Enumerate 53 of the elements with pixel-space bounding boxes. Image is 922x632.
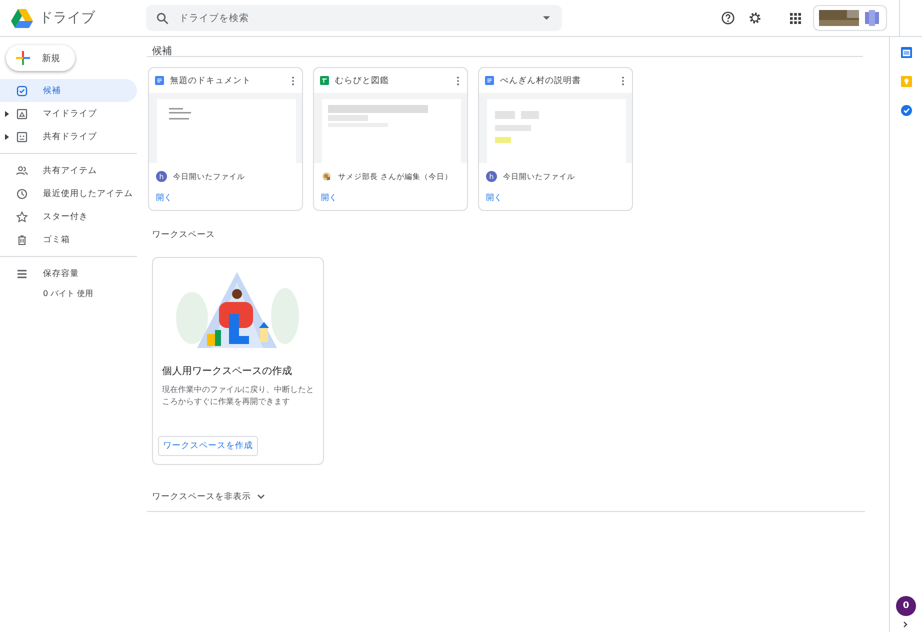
file-name: むらびと図鑑 (335, 74, 390, 86)
calendar-icon[interactable] (900, 47, 912, 58)
people-icon (16, 164, 28, 176)
clock-icon (16, 188, 28, 200)
dropdown-icon[interactable] (543, 16, 550, 20)
chevron-down-icon[interactable] (257, 494, 265, 500)
sidebar-item[interactable]: 保存容量 (0, 262, 137, 285)
apps-grid-icon[interactable] (790, 12, 801, 24)
help-icon[interactable] (721, 11, 735, 25)
storage-icon (16, 268, 28, 280)
sidebar-item[interactable]: 共有アイテム (0, 159, 137, 182)
document-icon (485, 76, 494, 85)
drive-icon (16, 108, 28, 120)
workspace-title: 個人用ワークスペースの作成 (162, 364, 293, 378)
search-field[interactable]: ドライブを検索 (146, 5, 562, 31)
sidebar-item[interactable]: 共有ドライブ (0, 125, 137, 148)
expand-icon[interactable] (5, 110, 9, 116)
file-name: 無題のドキュメント (170, 74, 252, 86)
workspace-description: 現在作業中のファイルに戻り、中断したところからすぐに作業を再開できます (162, 384, 315, 408)
account-button[interactable] (813, 5, 887, 31)
search-icon (156, 12, 169, 24)
new-button[interactable]: 新規 (6, 45, 75, 71)
open-link[interactable]: 開く (486, 192, 502, 203)
shared-drive-icon (16, 130, 28, 142)
chevron-right-icon[interactable] (903, 621, 908, 628)
more-icon[interactable] (290, 76, 296, 86)
plus-icon (16, 51, 30, 65)
document-icon (155, 76, 164, 85)
more-icon[interactable] (620, 76, 626, 86)
drive-logo-icon[interactable] (11, 8, 33, 28)
sidebar-item[interactable]: 最近使用したアイテム (0, 182, 137, 205)
sidebar-item[interactable]: 候補 (0, 79, 137, 102)
checkbox-icon (16, 84, 28, 96)
open-link[interactable]: 開く (156, 192, 172, 203)
sidebar-item[interactable]: マイドライブ (0, 102, 137, 125)
star-icon (16, 210, 28, 222)
open-link[interactable]: 開く (321, 192, 337, 203)
create-workspace-button[interactable]: ワークスペースを作成 (158, 436, 258, 456)
hide-workspaces-toggle[interactable]: ワークスペースを非表示 (152, 491, 251, 503)
app-name: ドライブ (39, 9, 95, 27)
storage-usage: 0 バイト 使用 (43, 288, 94, 299)
section-title: 候補 (147, 37, 863, 57)
settings-icon[interactable] (748, 11, 762, 25)
notification-badge[interactable]: 0 (896, 596, 916, 616)
expand-icon[interactable] (5, 134, 9, 140)
sidebar-item[interactable]: スター付き (0, 205, 137, 228)
task-check-icon[interactable] (900, 105, 912, 116)
section-title: ワークスペース (151, 229, 216, 241)
trash-icon (16, 234, 28, 246)
sidebar-item[interactable]: ゴミ箱 (0, 228, 137, 251)
file-name: ぺんぎん村の説明書 (500, 74, 582, 86)
spreadsheet-icon (320, 76, 329, 85)
more-icon[interactable] (455, 76, 461, 86)
